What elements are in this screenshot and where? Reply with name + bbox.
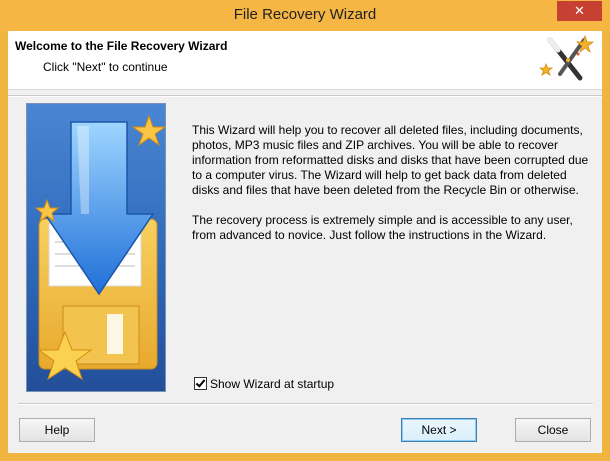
star-icon xyxy=(34,114,165,381)
header-title: Welcome to the File Recovery Wizard xyxy=(15,39,228,53)
wizard-description: This Wizard will help you to recover all… xyxy=(192,123,592,258)
wizard-side-image xyxy=(26,103,166,392)
help-button[interactable]: Help xyxy=(19,418,95,442)
wizard-header: Welcome to the File Recovery Wizard Clic… xyxy=(8,31,602,90)
next-button[interactable]: Next > xyxy=(401,418,477,442)
checkbox-label[interactable]: Show Wizard at startup xyxy=(210,377,334,391)
description-paragraph-2: The recovery process is extremely simple… xyxy=(192,213,573,242)
show-wizard-at-startup-checkbox[interactable]: Show Wizard at startup xyxy=(194,376,334,391)
header-subtitle: Click "Next" to continue xyxy=(43,60,168,74)
title-bar[interactable]: File Recovery Wizard ✕ xyxy=(0,0,610,31)
checkmark-icon xyxy=(195,377,206,388)
footer-separator xyxy=(18,403,593,405)
checkbox-box[interactable] xyxy=(194,377,207,390)
close-button[interactable]: Close xyxy=(515,418,591,442)
window-close-button[interactable]: ✕ xyxy=(557,1,602,21)
window-title: File Recovery Wizard xyxy=(233,6,377,23)
wizard-client-area: Welcome to the File Recovery Wizard Clic… xyxy=(8,31,602,453)
magic-wand-icon xyxy=(538,34,594,81)
header-separator xyxy=(8,95,602,97)
wizard-window: File Recovery Wizard ✕ Welcome to the Fi… xyxy=(0,0,610,461)
description-paragraph-1: This Wizard will help you to recover all… xyxy=(192,123,589,197)
